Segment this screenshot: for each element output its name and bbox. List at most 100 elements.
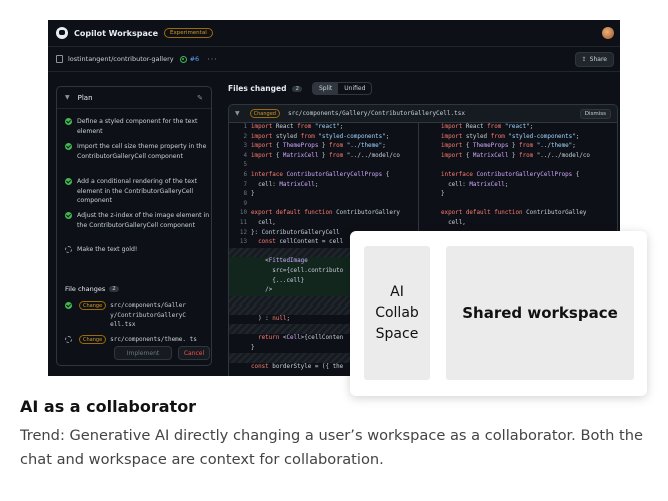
code-text: export default function ContributorGalle… bbox=[441, 210, 587, 217]
ai-collab-space-label: AI Collab Space bbox=[375, 283, 419, 342]
plan-step-text: Define a styled component for the text e… bbox=[77, 118, 198, 135]
code-line: cell, bbox=[419, 219, 617, 229]
copilot-logo-icon bbox=[56, 27, 68, 39]
plan-step[interactable]: Import the cell size theme property in t… bbox=[65, 142, 210, 161]
repo-icon bbox=[56, 55, 63, 63]
line-number bbox=[419, 200, 441, 210]
code-line: 1 import React from "react"; bbox=[229, 123, 418, 133]
files-changed-count: 2 bbox=[292, 85, 302, 92]
plan-step[interactable]: Add a conditional rendering of the text … bbox=[65, 177, 210, 206]
line-number bbox=[229, 286, 251, 296]
line-number bbox=[229, 324, 251, 334]
line-number bbox=[419, 133, 441, 143]
code-text: const borderStyle = ({ the bbox=[251, 363, 344, 370]
check-circle-icon bbox=[65, 302, 72, 309]
line-number bbox=[229, 296, 251, 306]
code-line: export default function ContributorGalle… bbox=[419, 209, 617, 219]
code-line: } bbox=[419, 190, 617, 200]
app-title: Copilot Workspace bbox=[74, 28, 159, 38]
unified-view-button[interactable]: Unified bbox=[338, 83, 371, 94]
code-text: <FittedImage bbox=[251, 258, 308, 265]
share-label: Share bbox=[589, 56, 607, 63]
plan-title: Plan bbox=[77, 93, 93, 102]
code-line: import { ThemeProps } from "../theme"; bbox=[419, 142, 617, 152]
changed-badge: Changed bbox=[249, 109, 280, 118]
line-number bbox=[419, 142, 441, 152]
line-number: 4 bbox=[243, 152, 247, 159]
line-number bbox=[229, 277, 251, 287]
implement-button[interactable]: Implement bbox=[114, 346, 172, 360]
code-text: return <Cell>{cellConten bbox=[258, 335, 344, 342]
view-mode-toggle: Split Unified bbox=[311, 82, 373, 95]
split-view-button[interactable]: Split bbox=[312, 83, 339, 94]
plan-panel: ▼ Plan ✎ Define a styled component for t… bbox=[56, 86, 212, 366]
code-text: /> bbox=[251, 287, 273, 294]
code-text: import React from "react"; bbox=[251, 124, 344, 130]
plan-header[interactable]: ▼ Plan ✎ bbox=[57, 87, 211, 109]
top-bar: Copilot Workspace Experimental bbox=[48, 20, 620, 46]
plan-step[interactable]: Adjust the z-index of the image element … bbox=[65, 211, 210, 230]
code-text: }: ContributorGalleryCell bbox=[251, 229, 340, 236]
line-number bbox=[419, 123, 441, 133]
caption-body: Trend: Generative AI directly changing a… bbox=[20, 427, 643, 468]
line-number: 6 bbox=[243, 171, 247, 178]
plan-step-text: Make the text gold! bbox=[77, 246, 138, 253]
code-text: } bbox=[251, 344, 255, 351]
pending-circle-icon bbox=[65, 246, 72, 253]
code-line: 8} bbox=[229, 190, 418, 200]
shared-workspace-box: Shared workspace bbox=[446, 246, 634, 380]
line-number bbox=[229, 257, 251, 267]
line-number bbox=[229, 334, 251, 344]
code-text: import { ThemeProps } from "../theme"; bbox=[441, 143, 576, 150]
code-text: import { ThemeProps } from "../theme"; bbox=[251, 143, 386, 150]
file-change-item[interactable]: Change src/components/Galler y/Contribut… bbox=[65, 301, 210, 330]
code-text: interface ContributorGalleryCellProps { bbox=[251, 171, 390, 178]
change-badge: Change bbox=[79, 301, 107, 310]
check-circle-icon bbox=[65, 212, 72, 219]
more-options-icon[interactable]: ··· bbox=[207, 55, 218, 64]
issue-link[interactable]: #6 bbox=[190, 55, 200, 63]
line-number bbox=[419, 171, 441, 181]
repo-link[interactable]: lostintangent/contributor-gallery bbox=[68, 55, 174, 63]
code-line: 7 cell: MatrixCell; bbox=[229, 181, 418, 191]
line-number bbox=[419, 209, 441, 219]
line-number bbox=[229, 267, 251, 277]
edit-pencil-icon[interactable]: ✎ bbox=[197, 94, 203, 102]
pending-circle-icon bbox=[65, 336, 72, 343]
plan-step-text: Add a conditional rendering of the text … bbox=[77, 178, 198, 204]
line-number: 11 bbox=[239, 219, 247, 226]
code-text: import styled from "styled-components"; bbox=[441, 133, 580, 140]
code-text: ) : null; bbox=[251, 315, 291, 322]
code-line: 2 import styled from "styled-components"; bbox=[229, 133, 418, 143]
file-change-item[interactable]: Change src/components/theme. ts bbox=[65, 335, 210, 345]
line-number: 7 bbox=[243, 181, 247, 188]
share-button[interactable]: ⇪ Share bbox=[574, 52, 614, 67]
line-number: 13 bbox=[239, 239, 247, 246]
file-path: src/components/Galler y/ContributorGalle… bbox=[110, 302, 187, 328]
line-number bbox=[229, 315, 251, 325]
line-number bbox=[229, 344, 251, 354]
cancel-button[interactable]: Cancel bbox=[178, 346, 210, 360]
caption-heading: AI as a collaborator bbox=[20, 397, 197, 416]
chevron-down-icon[interactable]: ▼ bbox=[65, 94, 70, 101]
line-number: 2 bbox=[243, 133, 247, 140]
code-line: 4 import { MatrixCell } from "../../model… bbox=[229, 152, 418, 162]
code-text: cell: MatrixCell; bbox=[251, 181, 319, 188]
plan-step[interactable]: Make the text gold! bbox=[65, 245, 210, 255]
file-changes-count: 2 bbox=[109, 286, 119, 292]
plan-step[interactable]: Define a styled component for the text e… bbox=[65, 117, 210, 136]
line-number bbox=[419, 219, 441, 229]
code-text: } bbox=[251, 191, 255, 198]
share-icon: ⇪ bbox=[581, 56, 587, 63]
code-line bbox=[419, 161, 617, 171]
code-line: 3 import { ThemeProps } from "../theme"; bbox=[229, 142, 418, 152]
avatar[interactable] bbox=[602, 27, 614, 39]
chevron-down-icon[interactable]: ▼ bbox=[235, 110, 240, 117]
check-circle-icon bbox=[65, 143, 72, 150]
line-number bbox=[229, 363, 251, 373]
code-line: 10 export default function ContributorGal… bbox=[229, 209, 418, 219]
diff-file-header: ▼ Changed src/components/Gallery/Contrib… bbox=[229, 105, 617, 123]
dismiss-button[interactable]: Dismiss bbox=[579, 108, 611, 119]
code-text: } bbox=[441, 191, 445, 198]
code-text: src={cell.contributo bbox=[251, 267, 344, 274]
